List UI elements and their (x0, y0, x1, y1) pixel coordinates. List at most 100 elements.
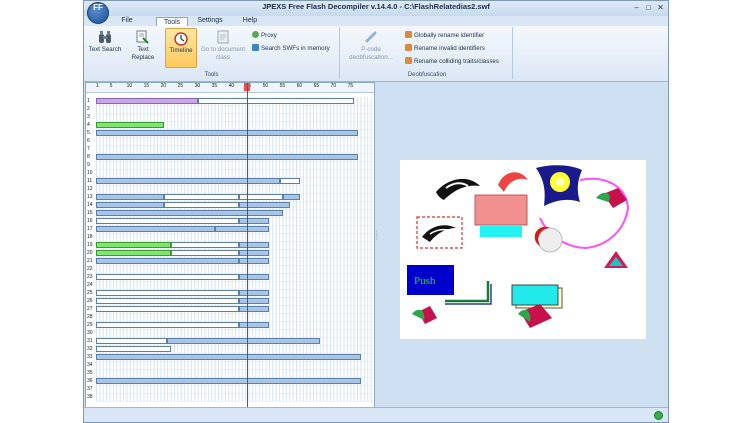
timeline-layer-row[interactable]: 25 (86, 289, 374, 298)
frame-span-bar[interactable] (96, 218, 239, 224)
timeline-layer-row[interactable]: 34 (86, 361, 374, 370)
frame-span-bar[interactable] (96, 258, 239, 264)
frame-span-bar[interactable] (96, 122, 164, 128)
frame-span-bar[interactable] (238, 290, 270, 296)
frame-span-bar[interactable] (96, 154, 358, 160)
timeline-layer-row[interactable]: 3 (86, 113, 374, 122)
frame-span-bar[interactable] (164, 202, 239, 208)
timeline-layer-row[interactable]: 13 (86, 193, 374, 202)
frame-span-bar[interactable] (279, 178, 300, 184)
frame-span-bar[interactable] (170, 250, 239, 256)
timeline-layer-row[interactable]: 8 (86, 153, 374, 162)
maximize-button[interactable]: □ (644, 3, 653, 12)
frame-span-bar[interactable] (238, 274, 270, 280)
timeline-layer-row[interactable]: 1 (86, 97, 374, 106)
text-search-button[interactable]: Text Search (88, 28, 122, 66)
frame-span-bar[interactable] (96, 322, 239, 328)
frame-ruler[interactable]: 151015202530354045505560657075 (86, 83, 374, 93)
frame-span-bar[interactable] (238, 194, 283, 200)
minimize-button[interactable]: – (632, 3, 641, 12)
timeline-layer-row[interactable]: 38 (86, 393, 374, 402)
menu-file[interactable]: File (114, 16, 140, 26)
timeline-layer-row[interactable]: 30 (86, 329, 374, 338)
timeline-layer-row[interactable]: 27 (86, 305, 374, 314)
timeline-layer-row[interactable]: 15 (86, 209, 374, 218)
pcode-deobfuscation-button[interactable]: P-code deobfuscation... (345, 28, 397, 66)
menu-help[interactable]: Help (238, 16, 262, 26)
rename-colliding-button[interactable]: Rename colliding traits/classes (405, 56, 499, 67)
timeline-layer-row[interactable]: 18 (86, 233, 374, 242)
timeline-layer-row[interactable]: 6 (86, 137, 374, 146)
frame-span-bar[interactable] (238, 250, 270, 256)
frame-span-bar[interactable] (238, 218, 270, 224)
frame-span-bar[interactable] (96, 298, 239, 304)
frame-span-bar[interactable] (96, 226, 215, 232)
timeline-layer-row[interactable]: 17 (86, 225, 374, 234)
timeline-layer-row[interactable]: 23 (86, 273, 374, 282)
timeline-layer-row[interactable]: 29 (86, 321, 374, 330)
panel-splitter[interactable]: ⋮ ⋮ (374, 231, 380, 252)
menu-settings[interactable]: Settings (194, 16, 226, 26)
frame-span-bar[interactable] (238, 242, 270, 248)
frame-span-bar[interactable] (96, 378, 362, 384)
frame-span-bar[interactable] (170, 242, 239, 248)
frame-span-bar[interactable] (96, 274, 239, 280)
goto-document-class-button[interactable]: Go to document class (199, 28, 247, 66)
rename-invalid-button[interactable]: Rename invalid identifiers (405, 43, 485, 54)
timeline-layer-row[interactable]: 12 (86, 185, 374, 194)
timeline-layer-row[interactable]: 31 (86, 337, 374, 346)
frame-span-bar[interactable] (238, 322, 270, 328)
timeline-layer-row[interactable]: 37 (86, 385, 374, 394)
timeline-layer-row[interactable]: 7 (86, 145, 374, 154)
playhead[interactable] (246, 83, 248, 410)
frame-span-bar[interactable] (96, 202, 164, 208)
frame-span-bar[interactable] (96, 346, 171, 352)
timeline-panel[interactable]: 151015202530354045505560657075 123456789… (85, 82, 375, 411)
timeline-layer-row[interactable]: 24 (86, 281, 374, 290)
frame-span-bar[interactable] (96, 354, 362, 360)
timeline-layer-row[interactable]: 9 (86, 161, 374, 170)
frame-span-bar[interactable] (215, 226, 270, 232)
timeline-layer-row[interactable]: 36 (86, 377, 374, 386)
frame-span-bar[interactable] (96, 178, 280, 184)
frame-span-bar[interactable] (96, 194, 164, 200)
timeline-layer-row[interactable]: 22 (86, 265, 374, 274)
timeline-layer-row[interactable]: 16 (86, 217, 374, 226)
timeline-layer-row[interactable]: 5 (86, 129, 374, 138)
timeline-layer-row[interactable]: 4 (86, 121, 374, 130)
timeline-layer-row[interactable]: 14 (86, 201, 374, 210)
frame-span-bar[interactable] (238, 258, 270, 264)
timeline-button[interactable]: Timeline (165, 28, 197, 68)
timeline-layer-row[interactable]: 21 (86, 257, 374, 266)
search-swfs-button[interactable]: Search SWFs in memory (252, 43, 330, 54)
frame-span-bar[interactable] (96, 290, 239, 296)
frame-grid[interactable] (96, 393, 374, 402)
close-button[interactable]: ✕ (656, 3, 665, 12)
frame-span-bar[interactable] (238, 298, 270, 304)
frame-span-bar[interactable] (198, 98, 355, 104)
frame-span-bar[interactable] (164, 194, 239, 200)
frame-span-bar[interactable] (96, 306, 239, 312)
globally-rename-button[interactable]: Globally rename identifier (405, 30, 484, 41)
proxy-button[interactable]: Proxy (252, 30, 277, 41)
timeline-layer-row[interactable]: 35 (86, 369, 374, 378)
timeline-layer-row[interactable]: 32 (86, 345, 374, 354)
frame-span-bar[interactable] (96, 242, 171, 248)
timeline-layer-row[interactable]: 2 (86, 105, 374, 114)
frame-span-bar[interactable] (238, 306, 270, 312)
timeline-layer-row[interactable]: 20 (86, 249, 374, 258)
stage-preview[interactable]: Push (400, 160, 646, 339)
text-replace-button[interactable]: Text Replace (126, 28, 160, 66)
timeline-layer-row[interactable]: 19 (86, 241, 374, 250)
timeline-layer-row[interactable]: 10 (86, 169, 374, 178)
frame-span-bar[interactable] (96, 210, 283, 216)
frame-span-bar[interactable] (167, 338, 321, 344)
timeline-layer-row[interactable]: 33 (86, 353, 374, 362)
timeline-layer-row[interactable]: 28 (86, 313, 374, 322)
frame-span-bar[interactable] (96, 98, 198, 104)
frame-span-bar[interactable] (283, 194, 300, 200)
frame-span-bar[interactable] (96, 338, 168, 344)
timeline-layer-row[interactable]: 11 (86, 177, 374, 186)
timeline-layer-row[interactable]: 26 (86, 297, 374, 306)
frame-span-bar[interactable] (96, 130, 358, 136)
